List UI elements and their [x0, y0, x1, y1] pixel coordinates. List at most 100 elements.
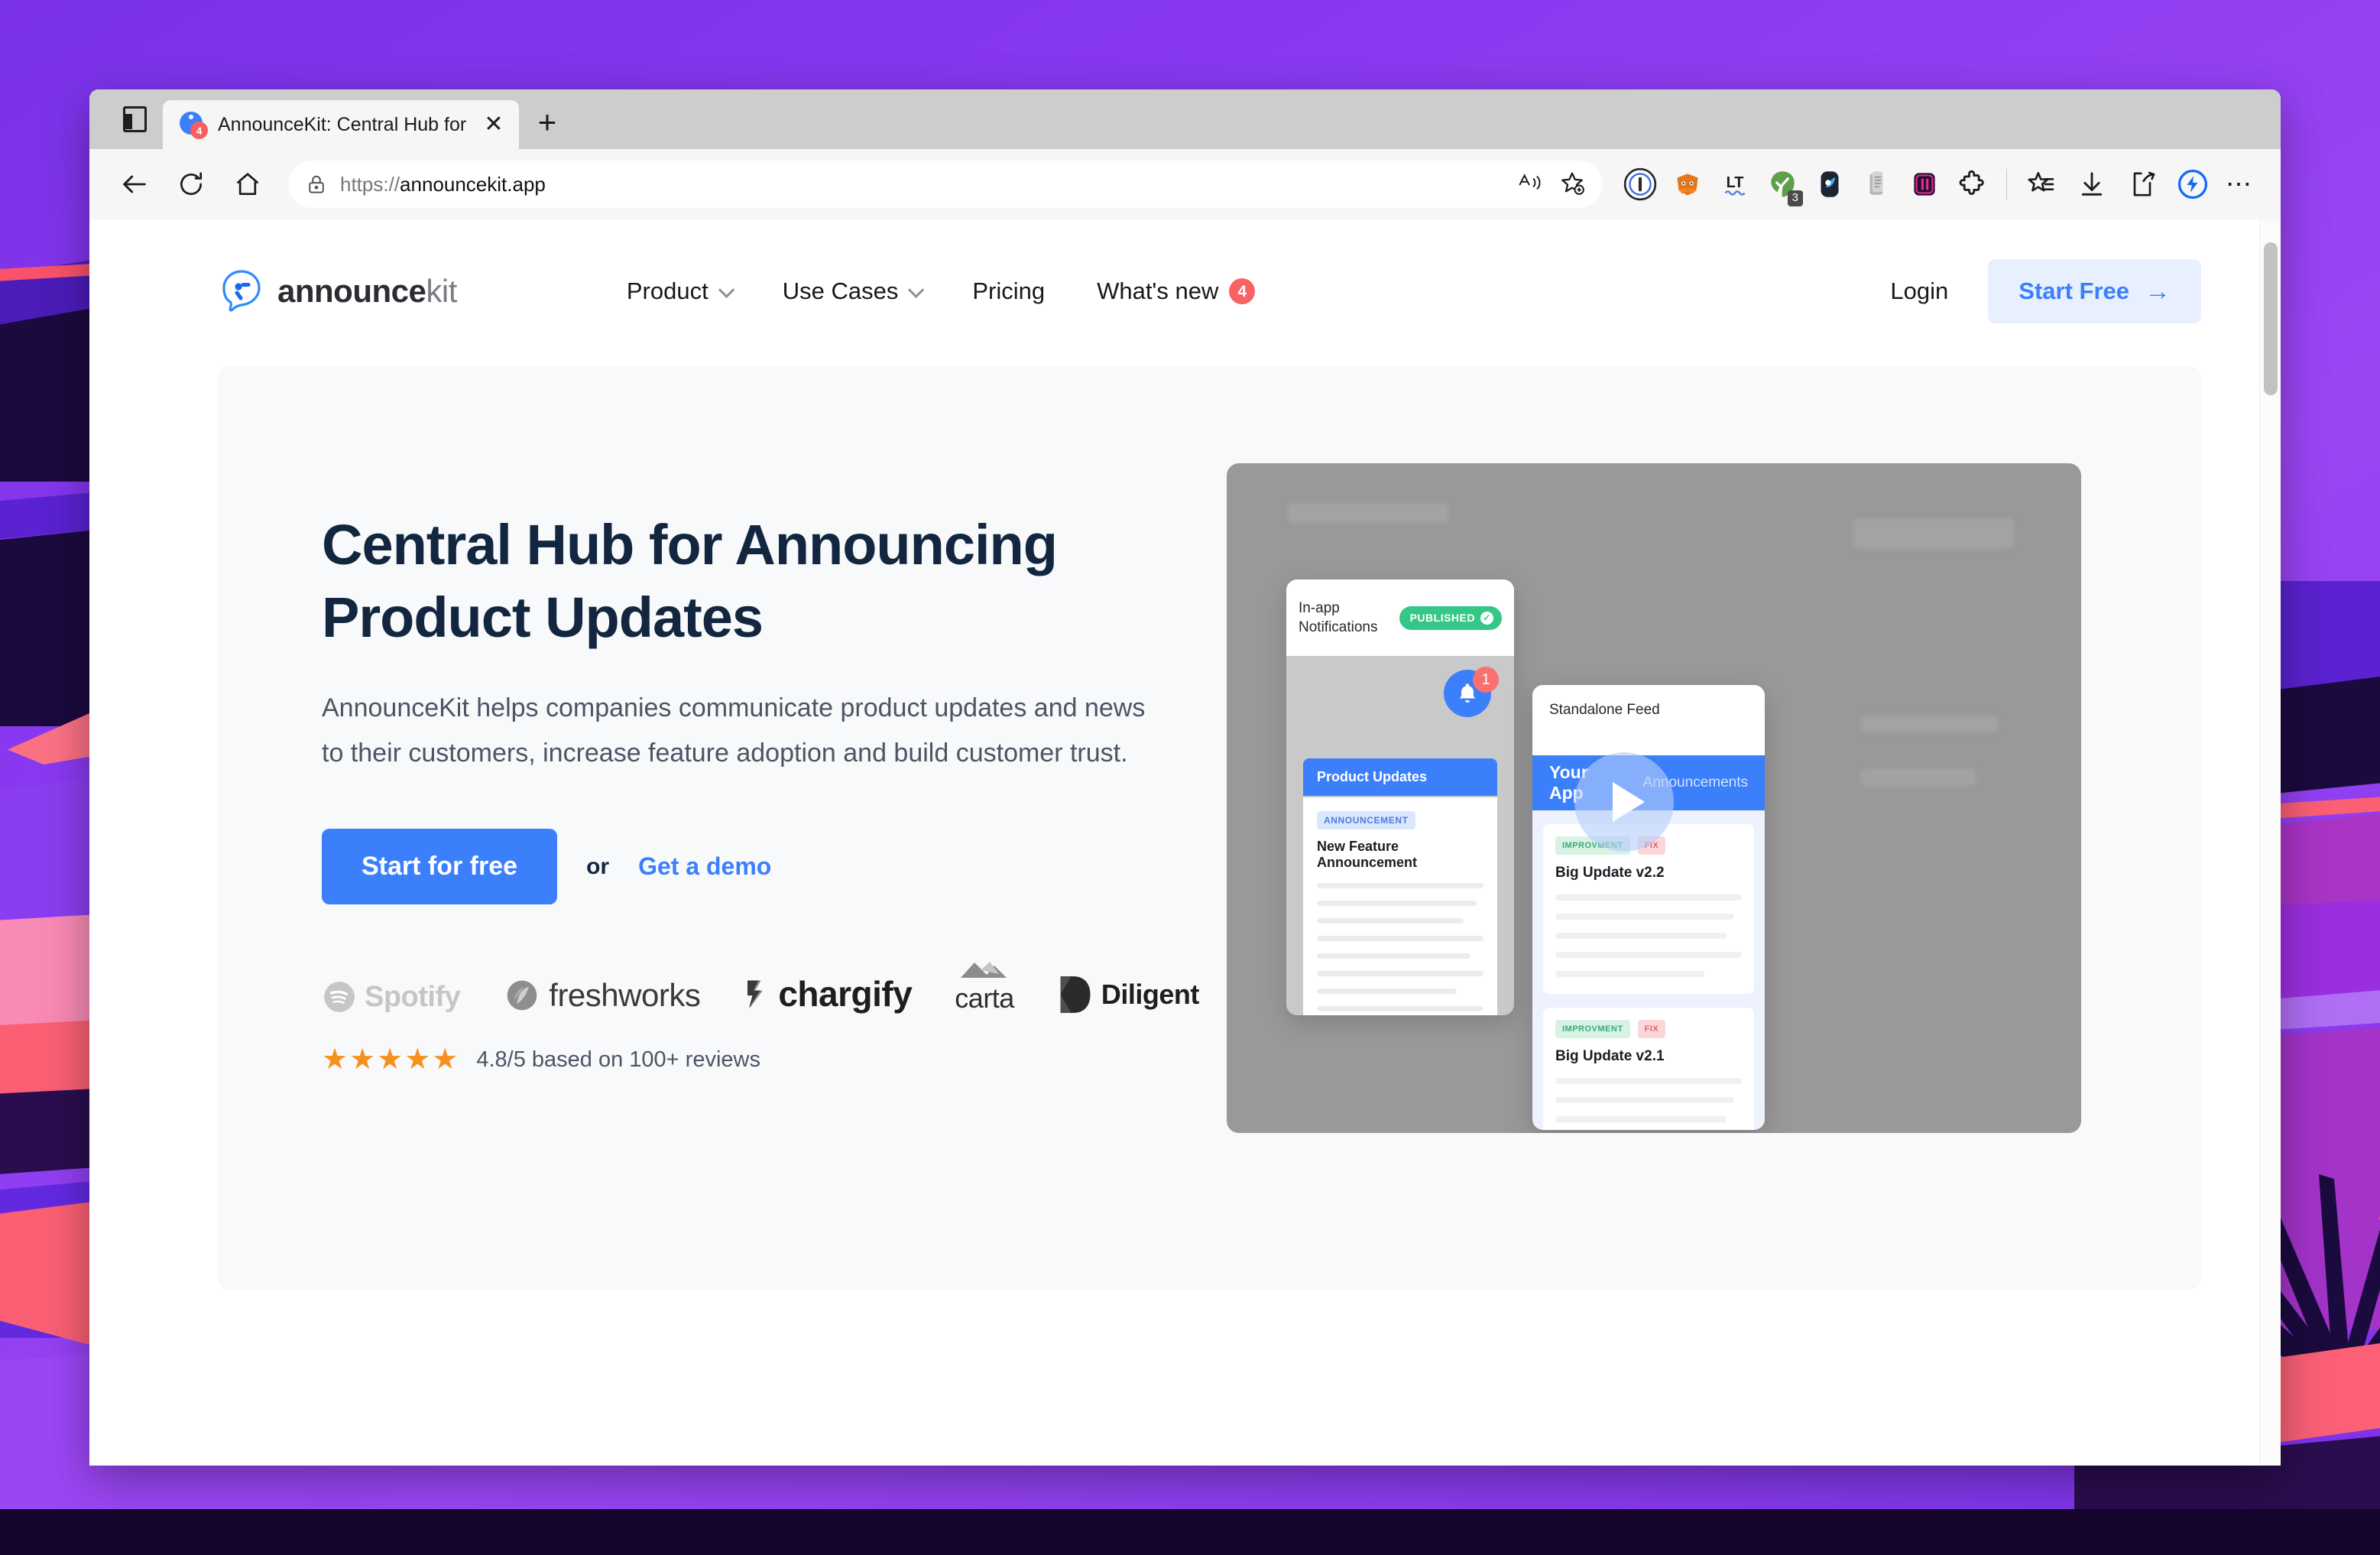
- languagetool-extension-icon[interactable]: LT: [1711, 161, 1759, 208]
- close-icon[interactable]: ✕: [481, 112, 507, 138]
- card-header: Standalone Feed: [1532, 685, 1765, 755]
- extensions-row: LT 3: [1616, 161, 1996, 208]
- toolbar-divider: [2006, 169, 2007, 200]
- logo-name: announce: [277, 273, 426, 309]
- arrow-right-icon: →: [2145, 277, 2171, 306]
- in-app-notification-card: In-app Notifications PUBLISHED ✓ 1 Produ…: [1286, 579, 1514, 1015]
- reload-button[interactable]: [164, 157, 218, 211]
- browser-toolbar: https://announcekit.app LT 3 ⋯: [89, 149, 2281, 219]
- product-video-preview[interactable]: In-app Notifications PUBLISHED ✓ 1 Produ…: [1227, 463, 2081, 1133]
- url-host: announcekit.app: [400, 172, 546, 196]
- metamask-extension-icon[interactable]: [1664, 161, 1711, 208]
- chevron-down-icon: [718, 281, 734, 298]
- dark-reader-extension-icon[interactable]: [1806, 161, 1853, 208]
- nav-label: Product: [626, 278, 708, 304]
- grammarly-extension-icon[interactable]: 3: [1759, 161, 1806, 208]
- widget-header: Product Updates: [1303, 758, 1497, 796]
- extensions-puzzle-icon[interactable]: [1948, 161, 1996, 208]
- hero-section: Central Hub for Announcing Product Updat…: [218, 365, 2201, 1290]
- home-button[interactable]: [221, 157, 274, 211]
- browser-settings-menu[interactable]: ⋯: [2219, 169, 2259, 200]
- logo-diligent: Diligent: [1057, 975, 1199, 1014]
- card-header: In-app Notifications PUBLISHED ✓: [1286, 579, 1514, 656]
- customer-logos: Spotify freshworks chargify carta Dilige…: [322, 959, 1227, 1014]
- browser-tab[interactable]: 4 AnnounceKit: Central Hub for A ✕: [163, 100, 519, 149]
- site-logo[interactable]: announcekit: [218, 268, 457, 315]
- notification-bell[interactable]: 1: [1444, 667, 1499, 723]
- onepassword-extension-icon[interactable]: [1616, 161, 1664, 208]
- star-rating-icon: ★★★★★: [322, 1044, 460, 1076]
- page-scrollbar[interactable]: [2259, 219, 2281, 1466]
- fix-tag: FIX: [1637, 1020, 1666, 1038]
- nav-item-whats-new[interactable]: What's new 4: [1071, 267, 1281, 316]
- published-status-badge: PUBLISHED ✓: [1399, 605, 1502, 630]
- nav-item-pricing[interactable]: Pricing: [946, 267, 1071, 316]
- url-text: https://announcekit.app: [340, 173, 546, 196]
- favicon-badge: 4: [190, 122, 208, 139]
- rating-text: 4.8/5 based on 100+ reviews: [476, 1047, 760, 1072]
- clipboard-extension-icon[interactable]: [1853, 161, 1901, 208]
- login-link[interactable]: Login: [1876, 267, 1962, 316]
- tab-actions-button[interactable]: [106, 89, 163, 149]
- start-free-label: Start Free: [2018, 278, 2129, 304]
- card-title: In-app Notifications: [1299, 599, 1378, 635]
- standalone-feed-card: Standalone Feed Your App Announcements I…: [1532, 685, 1765, 1130]
- add-favorite-icon[interactable]: [1558, 170, 1586, 200]
- get-a-demo-link[interactable]: Get a demo: [638, 852, 771, 881]
- extension-badge: 3: [1787, 190, 1803, 206]
- tab-title: AnnounceKit: Central Hub for A: [218, 113, 470, 135]
- chevron-down-icon: [908, 281, 925, 298]
- announcekit-logo-icon: [218, 268, 265, 315]
- browser-window: 4 AnnounceKit: Central Hub for A ✕ + htt…: [89, 89, 2281, 1466]
- vertical-tabs-icon: [122, 106, 147, 132]
- feed-item: IMPROVMENT FIX Big Update v2.1: [1543, 1008, 1754, 1130]
- logo-label: Spotify: [365, 980, 461, 1013]
- wallpaper-shape: [0, 1509, 2380, 1555]
- tab-strip: 4 AnnounceKit: Central Hub for A ✕ +: [89, 89, 2281, 149]
- logo-label: carta: [955, 982, 1014, 1014]
- hero-cta-row: Start for free or Get a demo: [322, 829, 1227, 905]
- svg-text:LT: LT: [1727, 174, 1744, 191]
- start-for-free-button[interactable]: Start for free: [322, 829, 558, 905]
- address-bar[interactable]: https://announcekit.app: [288, 161, 1603, 208]
- or-label: or: [586, 853, 610, 879]
- favicon-announcekit-icon: 4: [180, 111, 208, 139]
- logo-suffix: kit: [426, 273, 457, 309]
- nav-item-product[interactable]: Product: [601, 267, 757, 316]
- play-button[interactable]: [1574, 752, 1674, 852]
- logo-freshworks: freshworks: [503, 976, 701, 1014]
- feed-item-tags: IMPROVMENT FIX: [1555, 1020, 1742, 1038]
- logo-label: Diligent: [1101, 979, 1200, 1011]
- copilot-icon[interactable]: [2169, 161, 2216, 208]
- logo-carta: carta: [955, 959, 1014, 1014]
- downloads-icon[interactable]: [2068, 161, 2116, 208]
- main-navigation: Product Use Cases Pricing What's new 4: [601, 267, 1281, 316]
- header-actions: Login Start Free →: [1876, 259, 2201, 323]
- page-title: Central Hub for Announcing Product Updat…: [322, 513, 1058, 649]
- nav-item-use-cases[interactable]: Use Cases: [757, 267, 947, 316]
- play-icon: [1613, 782, 1645, 822]
- announcement-tag: ANNOUNCEMENT: [1317, 811, 1415, 829]
- back-button[interactable]: [108, 157, 161, 211]
- read-aloud-icon[interactable]: [1517, 171, 1545, 198]
- new-tab-button[interactable]: +: [524, 99, 571, 146]
- logo-label: chargify: [778, 974, 913, 1014]
- scrollbar-thumb[interactable]: [2264, 242, 2278, 395]
- check-icon: ✓: [1480, 611, 1493, 625]
- start-free-button[interactable]: Start Free →: [1988, 259, 2201, 323]
- card-title: Standalone Feed: [1549, 702, 1660, 718]
- desktop-wallpaper: 4 AnnounceKit: Central Hub for A ✕ + htt…: [0, 0, 2380, 1555]
- logo-chargify: chargify: [743, 973, 913, 1014]
- magenta-extension-icon[interactable]: [1901, 161, 1948, 208]
- hero-subheading: AnnounceKit helps companies communicate …: [322, 693, 1146, 768]
- feed-item-title: Big Update v2.1: [1555, 1048, 1665, 1064]
- bell-badge: 1: [1473, 667, 1499, 693]
- improvement-tag: IMPROVMENT: [1555, 1020, 1630, 1038]
- collections-icon[interactable]: [2018, 161, 2065, 208]
- hero-copy: Central Hub for Announcing Product Updat…: [218, 365, 1227, 1290]
- feed-item: IMPROVMENT FIX Big Update v2.2: [1543, 824, 1754, 994]
- status-label: PUBLISHED: [1409, 612, 1475, 624]
- site-logo-text: announcekit: [277, 273, 457, 310]
- share-icon[interactable]: [2119, 161, 2166, 208]
- lock-icon: [309, 175, 324, 193]
